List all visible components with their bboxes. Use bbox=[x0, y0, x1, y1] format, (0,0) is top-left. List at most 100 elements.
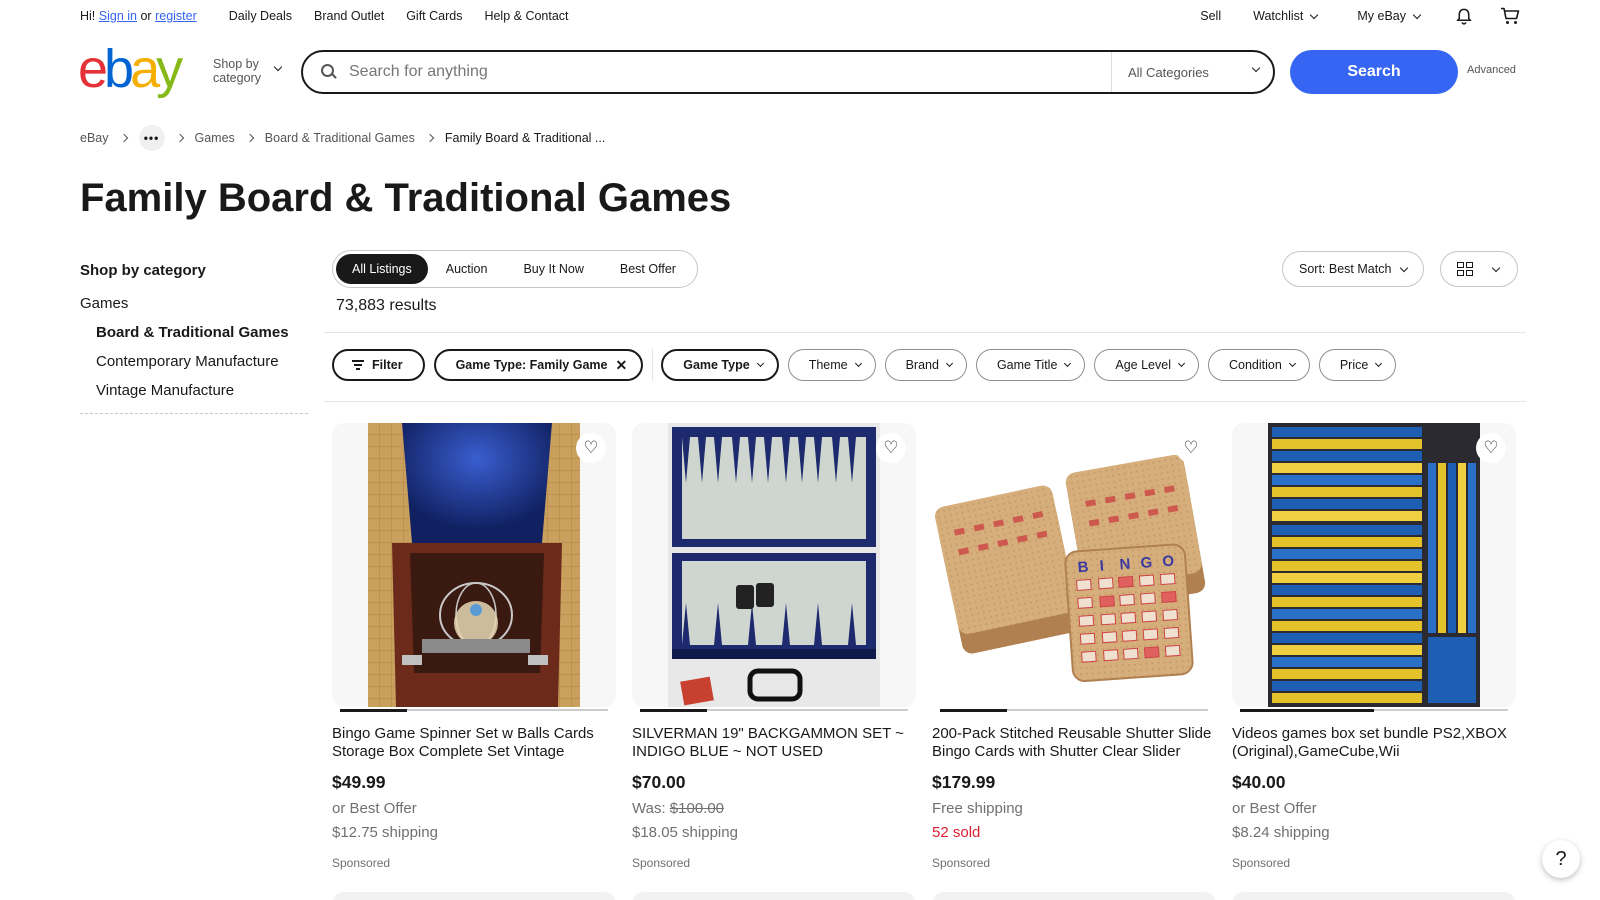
listing-card-next-row[interactable] bbox=[932, 892, 1216, 900]
notifications-button[interactable] bbox=[1456, 8, 1472, 25]
filter-price[interactable]: Price bbox=[1318, 349, 1397, 381]
listing-card[interactable]: BINGO ♡ 200-Pack Stitched Reusable Shutt… bbox=[932, 423, 1216, 870]
tab-all-listings[interactable]: All Listings bbox=[336, 254, 428, 284]
listing-card-next-row[interactable] bbox=[1232, 892, 1516, 900]
sort-button[interactable]: Sort: Best Match bbox=[1282, 251, 1425, 287]
my-ebay-menu[interactable]: My eBay bbox=[1357, 9, 1422, 23]
filter-age-level[interactable]: Age Level bbox=[1094, 349, 1199, 381]
filter-icon bbox=[352, 360, 364, 370]
ebay-logo[interactable]: ebay bbox=[78, 42, 183, 96]
chevron-down-icon bbox=[854, 359, 862, 368]
watch-heart-icon[interactable]: ♡ bbox=[576, 433, 606, 463]
breadcrumb-board-games[interactable]: Board & Traditional Games bbox=[265, 131, 415, 145]
filter-brand[interactable]: Brand bbox=[884, 349, 967, 381]
search-bar: All Categories bbox=[301, 50, 1275, 94]
filter-bar: Filter Game Type: Family Game ✕ Game Type… bbox=[332, 349, 1405, 381]
listing-grid: ♡ Bingo Game Spinner Set w Balls Cards S… bbox=[332, 423, 1516, 870]
listing-card[interactable]: ♡ Videos games box set bundle PS2,XBOX (… bbox=[1232, 423, 1516, 870]
more-icon[interactable]: ••• bbox=[138, 125, 165, 151]
help-contact-link[interactable]: Help & Contact bbox=[484, 9, 568, 23]
divider bbox=[324, 401, 1526, 402]
listing-card-next-row[interactable] bbox=[332, 892, 616, 900]
image-progress bbox=[940, 708, 1208, 712]
sell-link[interactable]: Sell bbox=[1200, 9, 1221, 23]
cart-button[interactable] bbox=[1500, 7, 1520, 25]
sidebar-divider bbox=[80, 413, 308, 414]
chevron-down-icon bbox=[1177, 359, 1186, 368]
grid-view-icon bbox=[1457, 262, 1473, 276]
filter-game-title[interactable]: Game Title bbox=[975, 349, 1086, 381]
view-toggle-button[interactable] bbox=[1440, 251, 1518, 287]
was-price-text: Was: $100.00 bbox=[632, 800, 725, 817]
filter-condition[interactable]: Condition bbox=[1208, 349, 1310, 381]
listing-price: $70.00 bbox=[632, 772, 686, 792]
breadcrumb-games[interactable]: Games bbox=[195, 131, 235, 145]
bingo-cards-image: BINGO bbox=[934, 454, 1206, 683]
image-progress bbox=[1240, 708, 1508, 712]
watch-heart-icon[interactable]: ♡ bbox=[876, 433, 906, 463]
chevron-down-icon bbox=[1412, 10, 1422, 19]
watch-heart-icon[interactable]: ♡ bbox=[1476, 433, 1506, 463]
applied-filter-chip[interactable]: Game Type: Family Game ✕ bbox=[433, 349, 644, 381]
listing-card[interactable]: ♡ Bingo Game Spinner Set w Balls Cards S… bbox=[332, 423, 616, 870]
category-select[interactable]: All Categories bbox=[1111, 52, 1273, 92]
listing-price: $179.99 bbox=[932, 772, 996, 792]
filter-theme[interactable]: Theme bbox=[787, 349, 876, 381]
chevron-down-icon bbox=[1064, 359, 1072, 368]
search-icon bbox=[321, 64, 337, 80]
bell-icon bbox=[1456, 8, 1472, 25]
chevron-down-icon bbox=[756, 359, 764, 368]
chevron-down-icon bbox=[1310, 10, 1319, 19]
breadcrumb-current: Family Board & Traditional ... bbox=[444, 131, 606, 145]
chevron-down-icon bbox=[1400, 263, 1409, 272]
listing-card[interactable]: ♡ SILVERMAN 19" BACKGAMMON SET ~ INDIGO … bbox=[632, 423, 916, 870]
listing-image[interactable]: ♡ bbox=[1232, 423, 1516, 707]
filter-divider bbox=[652, 349, 654, 381]
help-icon[interactable]: ? bbox=[1542, 840, 1580, 878]
close-icon[interactable]: ✕ bbox=[615, 357, 627, 374]
listing-price: $49.99 bbox=[332, 772, 386, 792]
tab-best-offer[interactable]: Best Offer bbox=[602, 254, 694, 284]
cart-icon bbox=[1501, 7, 1520, 24]
listing-image[interactable]: ♡ bbox=[632, 423, 916, 707]
tab-buy-it-now[interactable]: Buy It Now bbox=[505, 254, 601, 284]
listing-title[interactable]: Bingo Game Spinner Set w Balls Cards Sto… bbox=[332, 725, 616, 761]
shop-by-category-button[interactable]: Shop by category bbox=[213, 57, 283, 85]
filter-game-type[interactable]: Game Type bbox=[661, 349, 779, 381]
watchlist-menu[interactable]: Watchlist bbox=[1253, 9, 1319, 23]
shipping-text: Free shipping bbox=[932, 800, 1023, 817]
brand-outlet-link[interactable]: Brand Outlet bbox=[314, 9, 384, 23]
chevron-down-icon bbox=[945, 359, 953, 368]
chevron-right-icon bbox=[425, 133, 435, 143]
register-link[interactable]: register bbox=[155, 9, 197, 23]
search-button[interactable]: Search bbox=[1290, 50, 1458, 94]
video-games-image bbox=[1268, 423, 1480, 707]
sign-in-link[interactable]: Sign in bbox=[99, 9, 137, 23]
watch-heart-icon[interactable]: ♡ bbox=[1176, 433, 1206, 463]
tab-auction[interactable]: Auction bbox=[428, 254, 506, 284]
listing-card-next-row[interactable] bbox=[632, 892, 916, 900]
sponsored-label: Sponsored bbox=[1232, 856, 1291, 870]
filter-button[interactable]: Filter bbox=[332, 349, 425, 381]
listing-title[interactable]: Videos games box set bundle PS2,XBOX (Or… bbox=[1232, 725, 1516, 761]
sidebar-item-board-traditional[interactable]: Board & Traditional Games bbox=[96, 324, 308, 341]
breadcrumb-ebay[interactable]: eBay bbox=[80, 131, 109, 145]
listing-image[interactable]: BINGO ♡ bbox=[932, 423, 1216, 707]
chevron-down-icon bbox=[1375, 359, 1383, 368]
sidebar-item-vintage[interactable]: Vintage Manufacture bbox=[96, 382, 308, 399]
shipping-text: $8.24 shipping bbox=[1232, 824, 1330, 841]
gift-cards-link[interactable]: Gift Cards bbox=[406, 9, 462, 23]
sidebar-item-games[interactable]: Games bbox=[80, 295, 308, 312]
shipping-text: $18.05 shipping bbox=[632, 824, 738, 841]
listing-title[interactable]: 200-Pack Stitched Reusable Shutter Slide… bbox=[932, 725, 1216, 761]
advanced-search-link[interactable]: Advanced bbox=[1467, 64, 1516, 76]
sponsored-label: Sponsored bbox=[632, 856, 691, 870]
listing-image[interactable]: ♡ bbox=[332, 423, 616, 707]
listing-title[interactable]: SILVERMAN 19" BACKGAMMON SET ~ INDIGO BL… bbox=[632, 725, 916, 761]
breadcrumb: eBay ••• Games Board & Traditional Games… bbox=[80, 125, 606, 151]
search-input[interactable] bbox=[349, 54, 1111, 90]
daily-deals-link[interactable]: Daily Deals bbox=[229, 9, 292, 23]
sidebar-item-contemporary[interactable]: Contemporary Manufacture bbox=[96, 353, 308, 370]
bingo-letter: B bbox=[1077, 559, 1089, 577]
listing-type-tabs: All Listings Auction Buy It Now Best Off… bbox=[332, 250, 698, 288]
